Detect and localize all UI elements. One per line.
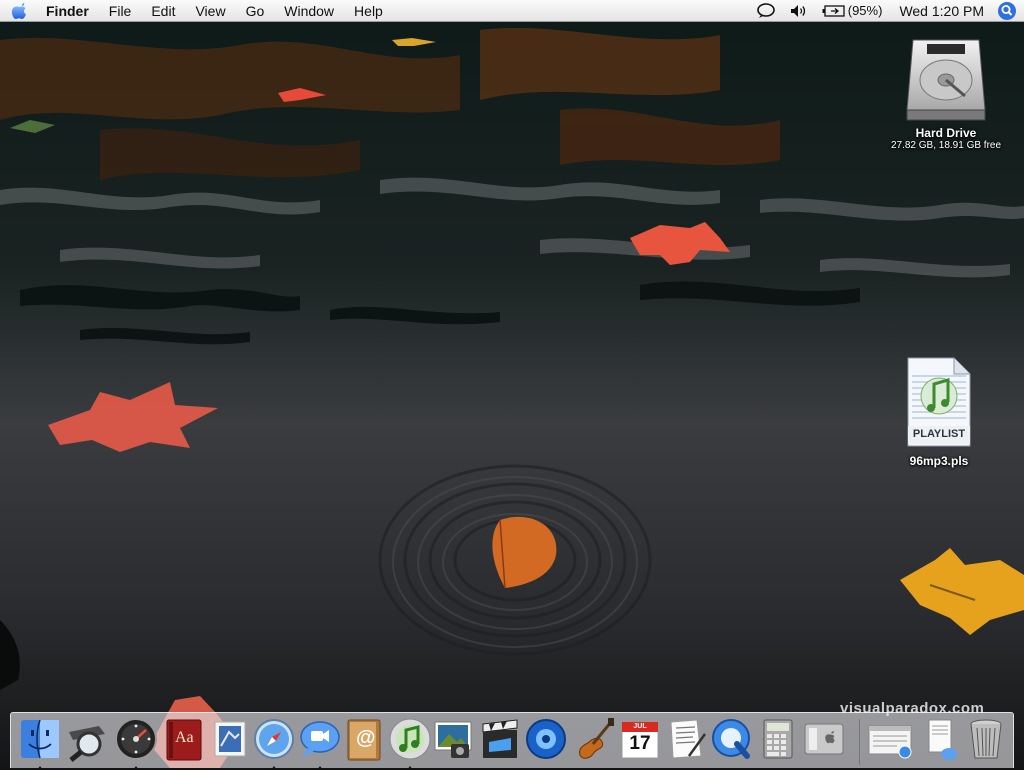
- dock-textedit[interactable]: [663, 716, 709, 764]
- hard-drive-desktop-icon[interactable]: Hard Drive 27.82 GB, 18.91 GB free: [882, 36, 1010, 151]
- menu-go[interactable]: Go: [236, 0, 275, 22]
- dock-itunes[interactable]: [387, 716, 433, 770]
- menu-edit[interactable]: Edit: [141, 0, 185, 22]
- dock-calculator[interactable]: [755, 716, 801, 764]
- apple-logo-icon: [11, 2, 26, 19]
- spotlight-menu[interactable]: [996, 0, 1018, 22]
- trash-icon: [970, 719, 1002, 759]
- calculator-icon: [763, 719, 793, 759]
- safari-compass-icon: [254, 719, 294, 759]
- menu-clock[interactable]: Wed 1:20 PM: [889, 3, 996, 19]
- speaker-volume-icon: [790, 4, 805, 17]
- menu-help[interactable]: Help: [344, 0, 393, 22]
- spotlight-search-icon: [998, 1, 1016, 20]
- dock-ichat[interactable]: [297, 716, 343, 770]
- dock-trash[interactable]: [963, 716, 1009, 764]
- dock-quicktime[interactable]: [709, 716, 755, 764]
- magnifier-icon: [69, 726, 105, 762]
- quicktime-icon: [712, 719, 750, 759]
- running-indicator: [271, 766, 277, 770]
- garageband-guitar-icon: [579, 718, 614, 759]
- dock-dashboard[interactable]: [113, 716, 159, 770]
- ical-day: 17: [629, 733, 651, 754]
- dock-document-stack[interactable]: [917, 716, 963, 764]
- dock-spotlight[interactable]: [65, 716, 111, 764]
- ichat-icon: [300, 721, 340, 758]
- dictionary-label: Aa: [175, 729, 194, 746]
- volume-menu[interactable]: [783, 0, 815, 22]
- wallpaper-pond-leaves: [0, 0, 1024, 768]
- system-preferences-icon: [804, 723, 844, 755]
- address-book-at: @: [356, 727, 376, 749]
- dock-imovie[interactable]: [477, 716, 523, 764]
- battery-charging-icon: [822, 4, 845, 17]
- dock-dictionary[interactable]: Aa: [161, 716, 207, 764]
- running-indicator: [407, 766, 413, 770]
- itunes-icon: [389, 718, 431, 760]
- dock-garageband[interactable]: [571, 716, 617, 764]
- ichat-status-menu[interactable]: [749, 0, 783, 22]
- dock: Aa @ JUL 17: [10, 712, 1014, 770]
- iphoto-icon: [434, 721, 472, 758]
- running-indicator: [133, 766, 139, 770]
- mail-stamp-icon: [214, 721, 246, 757]
- desktop[interactable]: Hard Drive 27.82 GB, 18.91 GB free PLAYL…: [0, 0, 1024, 768]
- dock-mail[interactable]: [207, 716, 253, 764]
- dock-address-book[interactable]: @: [341, 716, 387, 764]
- battery-percent: (95%): [847, 3, 883, 18]
- hard-drive-capacity: 27.82 GB, 18.91 GB free: [890, 140, 1002, 151]
- dock-iphoto[interactable]: [431, 716, 477, 764]
- playlist-filename: 96mp3.pls: [909, 454, 969, 468]
- textedit-icon: [670, 719, 707, 759]
- battery-menu[interactable]: (95%): [815, 0, 890, 22]
- dock-safari[interactable]: [251, 716, 297, 770]
- dashboard-icon: [115, 718, 157, 760]
- menu-file[interactable]: File: [99, 0, 142, 22]
- dock-ical[interactable]: JUL 17: [617, 716, 663, 764]
- dock-finder[interactable]: [17, 716, 63, 770]
- document-stack-icon: [928, 719, 957, 760]
- hard-drive-icon: [906, 39, 986, 121]
- menu-extras: (95%) Wed 1:20 PM: [749, 0, 1024, 22]
- dock-separator: [859, 719, 860, 765]
- menu-bar: Finder File Edit View Go Window Help (95…: [0, 0, 1024, 22]
- playlist-desktop-icon[interactable]: PLAYLIST 96mp3.pls: [882, 356, 996, 468]
- menu-app-finder[interactable]: Finder: [38, 0, 99, 22]
- imovie-icon: [482, 719, 518, 758]
- ical-month: JUL: [633, 723, 647, 730]
- menu-view[interactable]: View: [185, 0, 235, 22]
- menu-window[interactable]: Window: [274, 0, 344, 22]
- chat-bubble-icon: [756, 2, 775, 18]
- hard-drive-label: Hard Drive: [915, 126, 977, 140]
- playlist-badge: PLAYLIST: [912, 428, 966, 440]
- running-indicator: [317, 766, 323, 770]
- idvd-icon: [526, 719, 566, 759]
- dock-minimized-window[interactable]: [867, 716, 913, 764]
- dock-idvd[interactable]: [523, 716, 569, 764]
- minimized-window-icon: [868, 725, 912, 759]
- dock-system-preferences[interactable]: [801, 716, 847, 764]
- finder-icon: [21, 719, 59, 759]
- running-indicator: [37, 766, 43, 770]
- apple-menu[interactable]: [0, 0, 38, 22]
